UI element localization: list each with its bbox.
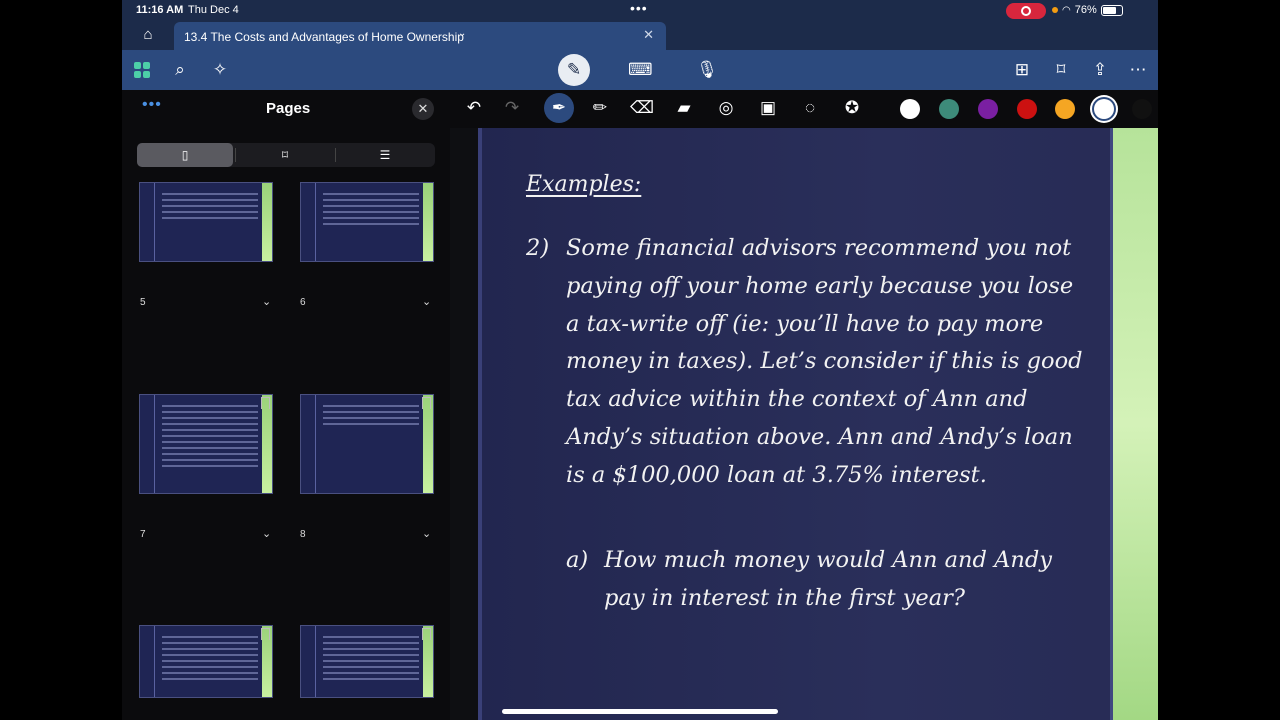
more-icon[interactable]: ⋯ xyxy=(1126,58,1150,82)
pencil-icon[interactable]: ✏ xyxy=(588,96,612,120)
chevron-down-icon[interactable]: ⌄ xyxy=(262,295,271,308)
slide-page[interactable]: Examples: 2) Some financial advisors rec… xyxy=(478,128,1158,720)
sparkle-icon[interactable]: ✧ xyxy=(208,58,232,82)
mic-icon[interactable]: 🎙 xyxy=(695,58,719,82)
question-text: Some financial advisors recommend you no… xyxy=(566,235,1083,488)
page-number: 7 xyxy=(140,529,146,540)
chevron-down-icon[interactable]: ⌄ xyxy=(422,527,431,540)
keyboard-icon[interactable]: ⌨ xyxy=(628,58,653,82)
color-purple-swatch[interactable] xyxy=(978,99,998,119)
home-icon[interactable]: ⌂ xyxy=(138,26,158,46)
status-indicators: ◠ 76% xyxy=(1052,4,1123,16)
chevron-down-icon[interactable]: ⌄ xyxy=(458,28,466,39)
close-tab-icon[interactable]: ✕ xyxy=(643,27,654,43)
page-number: 8 xyxy=(300,529,306,540)
slide-content: Examples: 2) Some financial advisors rec… xyxy=(526,172,1086,611)
main-toolbar: ⌕ ✧ ✎ ⌨ 🎙 ⊞ ⌑ ⇪ ⋯ xyxy=(122,50,1158,90)
document-tab[interactable]: 13.4 The Costs and Advantages of Home Ow… xyxy=(174,22,666,50)
outline-icon[interactable]: ☰ xyxy=(337,143,433,167)
star-icon[interactable]: ✪ xyxy=(840,96,864,120)
color-white-selected-swatch[interactable] xyxy=(1094,99,1114,119)
pen-icon[interactable]: ✒ xyxy=(544,93,574,123)
more-icon[interactable]: ••• xyxy=(142,96,162,114)
add-page-icon[interactable]: ⊞ xyxy=(1010,58,1034,82)
color-orange-swatch[interactable] xyxy=(1055,99,1075,119)
status-bar: 11:16 AM Thu Dec 4 ••• ◠ 76% xyxy=(122,0,1158,22)
chevron-down-icon[interactable]: ⌄ xyxy=(262,527,271,540)
tab-bar: ⌂ 13.4 The Costs and Advantages of Home … xyxy=(122,22,1158,50)
color-red-swatch[interactable] xyxy=(1017,99,1037,119)
shapes-icon[interactable]: ◎ xyxy=(714,96,738,120)
color-white-swatch[interactable] xyxy=(900,99,920,119)
multitask-dots-icon[interactable]: ••• xyxy=(630,0,648,16)
sidebar-header: ••• Pages ✕ xyxy=(122,90,450,128)
sidebar-segmented-control: ▯ ⌑ ☰ xyxy=(137,143,435,167)
search-icon[interactable]: ⌕ xyxy=(168,58,192,82)
home-indicator[interactable] xyxy=(502,709,778,714)
close-icon[interactable]: ✕ xyxy=(412,98,434,120)
page-icon[interactable]: ▯ xyxy=(137,143,233,167)
wifi-icon: ◠ xyxy=(1062,4,1071,16)
drawing-toolbar: ↶ ↷ ✒ ✏ ⌫ ▰ ◎ ▣ ◌ ✪ xyxy=(450,90,1158,128)
chevron-down-icon[interactable]: ⌄ xyxy=(422,295,431,308)
page-thumbnail[interactable] xyxy=(139,625,273,698)
slide-heading: Examples: xyxy=(526,172,642,197)
image-icon[interactable]: ▣ xyxy=(756,96,780,120)
page-number: 6 xyxy=(300,297,306,308)
color-teal-swatch[interactable] xyxy=(939,99,959,119)
lasso-icon[interactable]: ◌ xyxy=(798,96,822,120)
page-thumbnail[interactable] xyxy=(139,182,273,262)
bookmark-icon[interactable]: ⌑ xyxy=(1049,58,1073,82)
bookmark-icon[interactable]: ⌑ xyxy=(237,143,333,167)
page-thumbnail[interactable] xyxy=(300,394,434,494)
slide-green-border xyxy=(1110,128,1158,720)
eraser-icon[interactable]: ⌫ xyxy=(630,96,654,120)
highlighter-icon[interactable]: ▰ xyxy=(672,96,696,120)
page-thumbnail[interactable] xyxy=(139,394,273,494)
pen-icon[interactable]: ✎ xyxy=(558,54,590,86)
ipad-screen: 11:16 AM Thu Dec 4 ••• ◠ 76% ⌂ 13.4 The … xyxy=(122,0,1158,720)
page-thumbnail[interactable] xyxy=(300,625,434,698)
document-canvas[interactable]: Examples: 2) Some financial advisors rec… xyxy=(450,128,1158,720)
status-time: 11:16 AM xyxy=(136,4,184,16)
privacy-dot-icon xyxy=(1052,7,1058,13)
page-number: 5 xyxy=(140,297,146,308)
sub-question-number: a) xyxy=(566,547,589,573)
grid-icon[interactable] xyxy=(130,58,154,82)
sub-question-text: How much money would Ann and Andy pay in… xyxy=(604,547,1052,611)
sidebar-title: Pages xyxy=(266,100,311,117)
question-number: 2) xyxy=(526,235,550,261)
document-title: 13.4 The Costs and Advantages of Home Ow… xyxy=(184,30,464,44)
pages-sidebar: ••• Pages ✕ ▯ ⌑ ☰ 5 ⌄ 6 ⌄ 7 ⌄ 8 ⌄ xyxy=(122,90,450,720)
status-date: Thu Dec 4 xyxy=(188,4,239,16)
undo-icon[interactable]: ↶ xyxy=(462,96,486,120)
battery-icon xyxy=(1100,4,1123,16)
color-black-swatch[interactable] xyxy=(1132,99,1152,119)
screen-recording-icon[interactable] xyxy=(1006,3,1046,19)
share-icon[interactable]: ⇪ xyxy=(1088,58,1112,82)
redo-icon[interactable]: ↷ xyxy=(500,96,524,120)
battery-percent: 76% xyxy=(1074,4,1097,16)
page-thumbnail[interactable] xyxy=(300,182,434,262)
